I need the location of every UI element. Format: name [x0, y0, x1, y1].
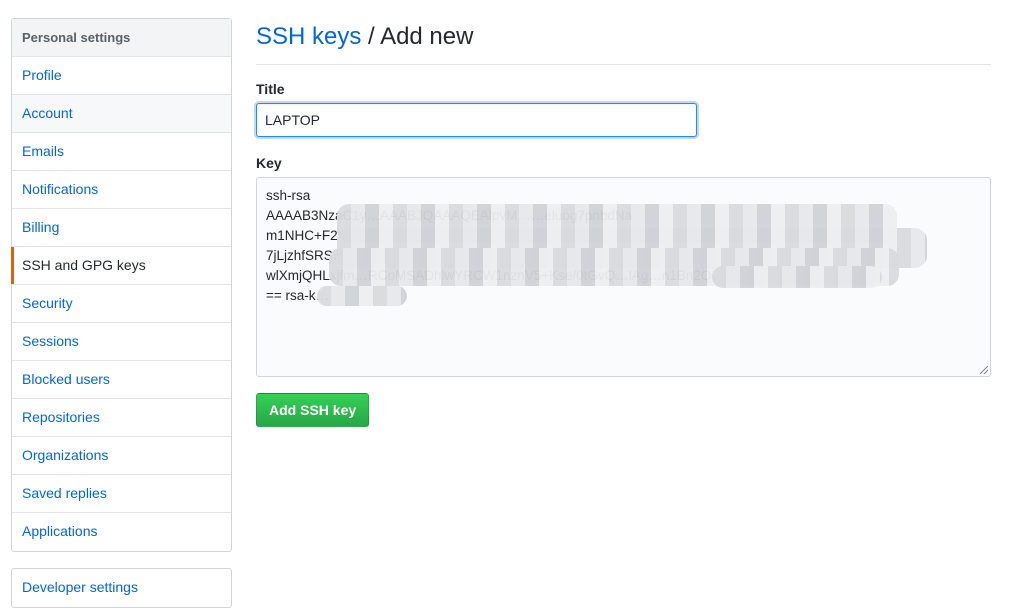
redaction-overlay [317, 286, 407, 306]
page-title: SSH keys / Add new [256, 18, 991, 65]
add-ssh-key-form: Title Key ssh-rsa AAAAB3NzaC1y…AAABJQAAA… [256, 81, 991, 427]
sidebar-item-repositories[interactable]: Repositories [12, 399, 231, 437]
redaction-overlay [712, 266, 882, 288]
personal-settings-menu: Personal settings Profile Account Emails… [11, 18, 232, 552]
sidebar-item-saved-replies[interactable]: Saved replies [12, 475, 231, 513]
key-field: Key ssh-rsa AAAAB3NzaC1y…AAABJQAAAQEAlpv… [256, 155, 991, 377]
breadcrumb-separator: / [361, 23, 381, 50]
sidebar-item-profile[interactable]: Profile [12, 57, 231, 95]
sidebar-item-notifications[interactable]: Notifications [12, 171, 231, 209]
sidebar-item-ssh-gpg-keys[interactable]: SSH and GPG keys [11, 247, 231, 285]
sidebar-item-applications[interactable]: Applications [12, 513, 231, 551]
main-content: SSH keys / Add new Title Key ssh-rsa AAA… [256, 18, 991, 427]
sidebar-item-developer-settings[interactable]: Developer settings [12, 569, 231, 607]
title-input[interactable] [256, 103, 697, 137]
key-line: ssh-rsa [266, 188, 311, 203]
key-label: Key [256, 155, 282, 171]
resize-handle[interactable] [980, 366, 988, 374]
add-ssh-key-button[interactable]: Add SSH key [256, 393, 370, 427]
sidebar-item-sessions[interactable]: Sessions [12, 323, 231, 361]
menu-heading: Personal settings [12, 19, 231, 57]
sidebar-item-organizations[interactable]: Organizations [12, 437, 231, 475]
title-label: Title [256, 81, 285, 97]
sidebar-item-billing[interactable]: Billing [12, 209, 231, 247]
breadcrumb-ssh-keys-link[interactable]: SSH keys [256, 23, 361, 50]
developer-settings-menu: Developer settings [11, 568, 232, 608]
sidebar-item-security[interactable]: Security [12, 285, 231, 323]
sidebar-item-emails[interactable]: Emails [12, 133, 231, 171]
page-title-text: Add new [380, 23, 474, 50]
sidebar-item-account[interactable]: Account [12, 95, 231, 133]
settings-sidebar: Personal settings Profile Account Emails… [11, 18, 232, 608]
key-textarea[interactable]: ssh-rsa AAAAB3NzaC1y…AAABJQAAAQEAlpvM……e… [256, 177, 991, 377]
sidebar-item-blocked-users[interactable]: Blocked users [12, 361, 231, 399]
